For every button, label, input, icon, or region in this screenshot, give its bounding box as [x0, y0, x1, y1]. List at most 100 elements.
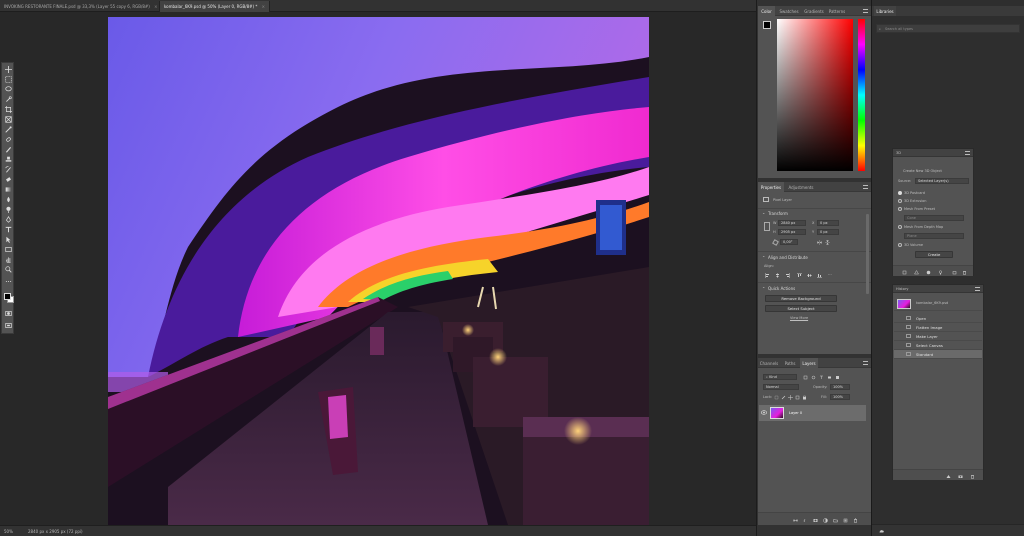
delete-layer-icon[interactable] — [852, 517, 858, 523]
panel-menu-icon[interactable] — [975, 287, 980, 291]
align-middle-vertical-icon[interactable] — [806, 272, 812, 278]
add-mask-icon[interactable] — [812, 517, 818, 523]
history-item[interactable]: Make Layer — [894, 332, 982, 341]
frame-tool-icon[interactable] — [4, 115, 13, 124]
radio-3d-postcard[interactable] — [898, 191, 902, 195]
view-more-link[interactable]: View More — [790, 316, 808, 320]
lock-position-icon[interactable] — [787, 394, 793, 400]
link-layers-icon[interactable] — [792, 517, 798, 523]
hand-tool-icon[interactable] — [4, 255, 13, 264]
history-item[interactable]: Open — [894, 314, 982, 323]
lock-image-icon[interactable] — [780, 394, 786, 400]
dodge-tool-icon[interactable] — [4, 205, 13, 214]
clone-stamp-tool-icon[interactable] — [4, 155, 13, 164]
render-icon[interactable] — [951, 269, 957, 275]
history-panel-titlebar[interactable]: History — [893, 285, 983, 293]
source-select[interactable]: Selected Layer(s) — [915, 178, 969, 184]
chevron-down-icon[interactable]: ⌄ — [762, 284, 765, 289]
lasso-tool-icon[interactable] — [4, 85, 13, 94]
visibility-eye-icon[interactable] — [761, 410, 767, 415]
radio-3d-extrusion[interactable] — [898, 199, 902, 203]
tab-properties[interactable]: Properties — [758, 182, 784, 192]
quick-select-tool-icon[interactable] — [4, 95, 13, 104]
crop-tool-icon[interactable] — [4, 105, 13, 114]
filter-shape-icon[interactable] — [826, 374, 832, 380]
x-position-field[interactable]: 0 px — [817, 220, 839, 226]
gradient-tool-icon[interactable] — [4, 185, 13, 194]
radio-mesh-depth[interactable] — [898, 225, 902, 229]
close-icon[interactable]: × — [154, 4, 157, 9]
foreground-color-chip[interactable] — [763, 21, 771, 29]
3d-panel-titlebar[interactable]: 3D — [893, 149, 973, 157]
width-field[interactable]: 2840 px — [778, 220, 806, 226]
filter-pixel-icon[interactable] — [802, 374, 808, 380]
delete-state-icon[interactable] — [969, 473, 975, 479]
mesh-icon[interactable] — [913, 269, 919, 275]
path-selection-tool-icon[interactable] — [4, 235, 13, 244]
tab-gradients[interactable]: Gradients — [802, 6, 826, 16]
camera-snapshot-icon[interactable] — [957, 473, 963, 479]
filter-type-icon[interactable] — [818, 374, 824, 380]
scrollbar[interactable] — [866, 214, 869, 294]
align-left-icon[interactable] — [764, 272, 770, 278]
pen-tool-icon[interactable] — [4, 215, 13, 224]
tab-swatches[interactable]: Swatches — [777, 6, 801, 16]
chevron-down-icon[interactable]: ⌄ — [762, 253, 765, 258]
cloud-icon[interactable] — [878, 528, 884, 534]
more-align-options[interactable]: ... — [828, 271, 832, 276]
history-item[interactable]: Flatten Image — [894, 323, 982, 332]
tab-patterns[interactable]: Patterns — [827, 6, 847, 16]
rectangle-tool-icon[interactable] — [4, 245, 13, 254]
more-tools-icon[interactable] — [4, 277, 13, 286]
material-icon[interactable] — [925, 269, 931, 275]
libraries-search-bar[interactable]: ⌕ Search all types — [876, 24, 1020, 33]
screen-mode-icon[interactable] — [4, 321, 13, 330]
tab-libraries[interactable]: Libraries — [874, 6, 896, 16]
history-snapshot-row[interactable]: kombalar_6K9.psd — [894, 297, 982, 311]
zoom-tool-icon[interactable] — [4, 265, 13, 274]
eraser-tool-icon[interactable] — [4, 175, 13, 184]
filter-smart-object-icon[interactable] — [834, 374, 840, 380]
radio-mesh-preset[interactable] — [898, 207, 902, 211]
select-subject-button[interactable]: Select Subject — [765, 305, 837, 312]
brush-tool-icon[interactable] — [4, 145, 13, 154]
tab-layers[interactable]: Layers — [800, 358, 818, 368]
panel-menu-icon[interactable] — [965, 151, 970, 155]
chevron-down-icon[interactable]: ⌄ — [762, 210, 765, 215]
layer-row-selected[interactable]: Layer 0 — [759, 405, 866, 421]
light-icon[interactable] — [937, 269, 943, 275]
lock-all-icon[interactable] — [801, 394, 807, 400]
preset-select[interactable]: Cone — [904, 215, 964, 221]
history-item-current[interactable]: Standard — [894, 350, 982, 359]
type-tool-icon[interactable] — [4, 225, 13, 234]
flip-vertical-icon[interactable] — [824, 239, 830, 245]
zoom-level[interactable]: 50% — [4, 529, 13, 534]
blend-mode-select[interactable]: Normal — [763, 384, 799, 390]
panel-menu-icon[interactable] — [863, 9, 868, 13]
radio-3d-volume[interactable] — [898, 243, 902, 247]
move-tool-icon[interactable] — [4, 65, 13, 74]
link-icon[interactable] — [764, 222, 770, 231]
history-brush-tool-icon[interactable] — [4, 165, 13, 174]
marquee-tool-icon[interactable] — [4, 75, 13, 84]
remove-background-button[interactable]: Remove Background — [765, 295, 837, 302]
align-bottom-icon[interactable] — [816, 272, 822, 278]
depth-map-select[interactable]: Plane — [904, 233, 964, 239]
align-right-icon[interactable] — [784, 272, 790, 278]
align-center-horizontal-icon[interactable] — [774, 272, 780, 278]
healing-brush-tool-icon[interactable] — [4, 135, 13, 144]
foreground-color-swatch[interactable] — [4, 293, 11, 300]
panel-menu-icon[interactable] — [863, 185, 868, 189]
eyedropper-tool-icon[interactable] — [4, 125, 13, 134]
filter-adjustment-icon[interactable] — [810, 374, 816, 380]
create-3d-button[interactable]: Create — [915, 251, 953, 258]
hue-slider[interactable] — [858, 19, 865, 171]
tab-adjustments[interactable]: Adjustments — [786, 182, 816, 192]
new-layer-icon[interactable] — [842, 517, 848, 523]
scene-icon[interactable] — [901, 269, 907, 275]
layer-filter-select[interactable]: ⌕ Kind — [763, 374, 797, 380]
panel-menu-icon[interactable] — [863, 361, 868, 365]
height-field[interactable]: 2905 px — [778, 229, 806, 235]
color-field[interactable] — [777, 19, 853, 171]
new-document-from-state-icon[interactable] — [945, 473, 951, 479]
